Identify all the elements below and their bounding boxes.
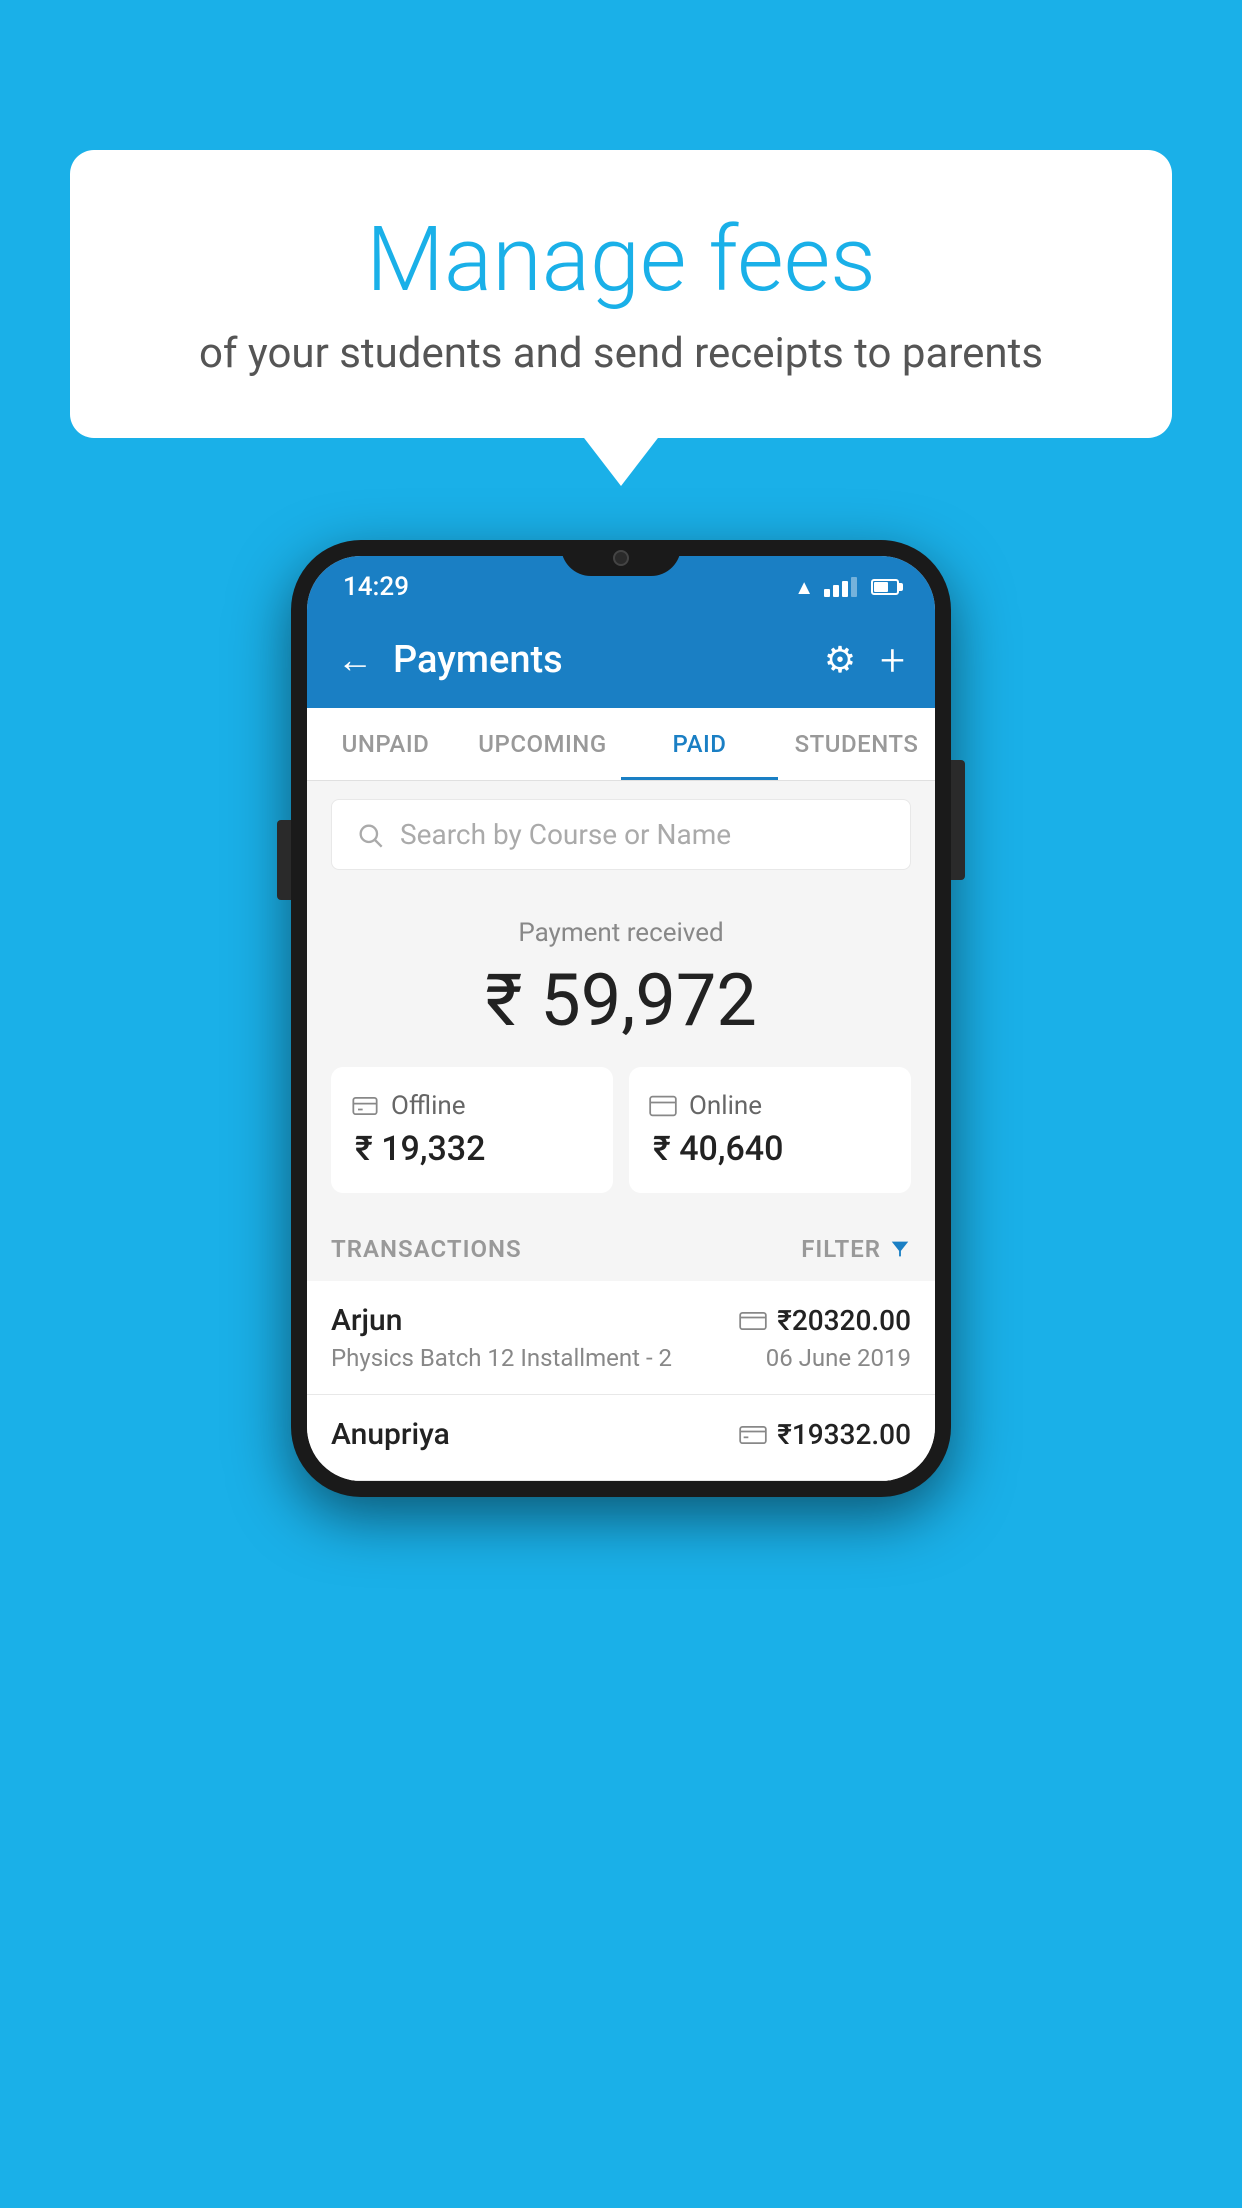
battery-icon — [871, 579, 899, 595]
transaction-amount-2: ₹19332.00 — [777, 1418, 911, 1451]
transaction-row[interactable]: Anupriya ₹19332.00 — [307, 1395, 935, 1481]
signal-icon — [824, 577, 857, 597]
filter-icon — [889, 1238, 911, 1260]
payment-total: ₹ 59,972 — [331, 958, 911, 1043]
phone-outer: 14:29 ▲ — [291, 540, 951, 1497]
search-box[interactable]: Search by Course or Name — [331, 799, 911, 870]
tab-upcoming[interactable]: UPCOMING — [464, 708, 621, 780]
tab-students[interactable]: STUDENTS — [778, 708, 935, 780]
online-payment-icon — [739, 1311, 767, 1331]
header-left: ← Payments — [337, 638, 563, 682]
filter-button[interactable]: FILTER — [801, 1235, 911, 1263]
transactions-label: TRANSACTIONS — [331, 1235, 522, 1263]
payment-summary: Payment received ₹ 59,972 — [307, 888, 935, 1217]
search-placeholder: Search by Course or Name — [400, 818, 731, 851]
online-amount: ₹ 40,640 — [649, 1129, 891, 1169]
transaction-name-2: Anupriya — [331, 1417, 450, 1452]
payment-cards: Offline ₹ 19,332 — [331, 1067, 911, 1193]
bubble-title: Manage fees — [150, 210, 1092, 309]
offline-payment-icon — [739, 1425, 767, 1445]
transaction-row[interactable]: Arjun ₹20320.00 Physics Batch 12 Install… — [307, 1281, 935, 1395]
status-icons: ▲ — [794, 575, 899, 600]
online-card: Online ₹ 40,640 — [629, 1067, 911, 1193]
status-time: 14:29 — [343, 572, 409, 602]
header-title: Payments — [393, 638, 563, 682]
offline-card: Offline ₹ 19,332 — [331, 1067, 613, 1193]
wifi-icon: ▲ — [794, 575, 814, 600]
back-button[interactable]: ← — [337, 639, 373, 681]
app-header: ← Payments ⚙ + — [307, 612, 935, 708]
phone-screen: 14:29 ▲ — [307, 556, 935, 1481]
phone-mockup: 14:29 ▲ — [291, 540, 951, 1497]
online-icon — [649, 1092, 677, 1120]
online-label: Online — [689, 1091, 762, 1121]
notch-camera — [613, 550, 629, 566]
transactions-header: TRANSACTIONS FILTER — [307, 1217, 935, 1281]
search-container: Search by Course or Name — [307, 781, 935, 888]
filter-label: FILTER — [801, 1235, 881, 1263]
offline-label: Offline — [391, 1091, 466, 1121]
add-button[interactable]: + — [880, 634, 905, 686]
transaction-date-1: 06 June 2019 — [766, 1344, 911, 1372]
search-icon — [356, 821, 384, 849]
transaction-course-1: Physics Batch 12 Installment - 2 — [331, 1344, 672, 1372]
transaction-amount-1: ₹20320.00 — [777, 1304, 911, 1337]
speech-bubble: Manage fees of your students and send re… — [70, 150, 1172, 438]
bubble-subtitle: of your students and send receipts to pa… — [150, 329, 1092, 378]
header-right: ⚙ + — [824, 634, 905, 686]
tabs-container: UNPAID UPCOMING PAID STUDENTS — [307, 708, 935, 781]
tab-unpaid[interactable]: UNPAID — [307, 708, 464, 780]
payment-received-label: Payment received — [331, 918, 911, 948]
offline-amount: ₹ 19,332 — [351, 1129, 593, 1169]
settings-button[interactable]: ⚙ — [824, 639, 856, 681]
phone-notch — [561, 540, 681, 576]
offline-icon — [351, 1092, 379, 1120]
tab-paid[interactable]: PAID — [621, 708, 778, 780]
background: Manage fees of your students and send re… — [0, 0, 1242, 2208]
speech-bubble-container: Manage fees of your students and send re… — [70, 150, 1172, 438]
transaction-name-1: Arjun — [331, 1303, 402, 1338]
